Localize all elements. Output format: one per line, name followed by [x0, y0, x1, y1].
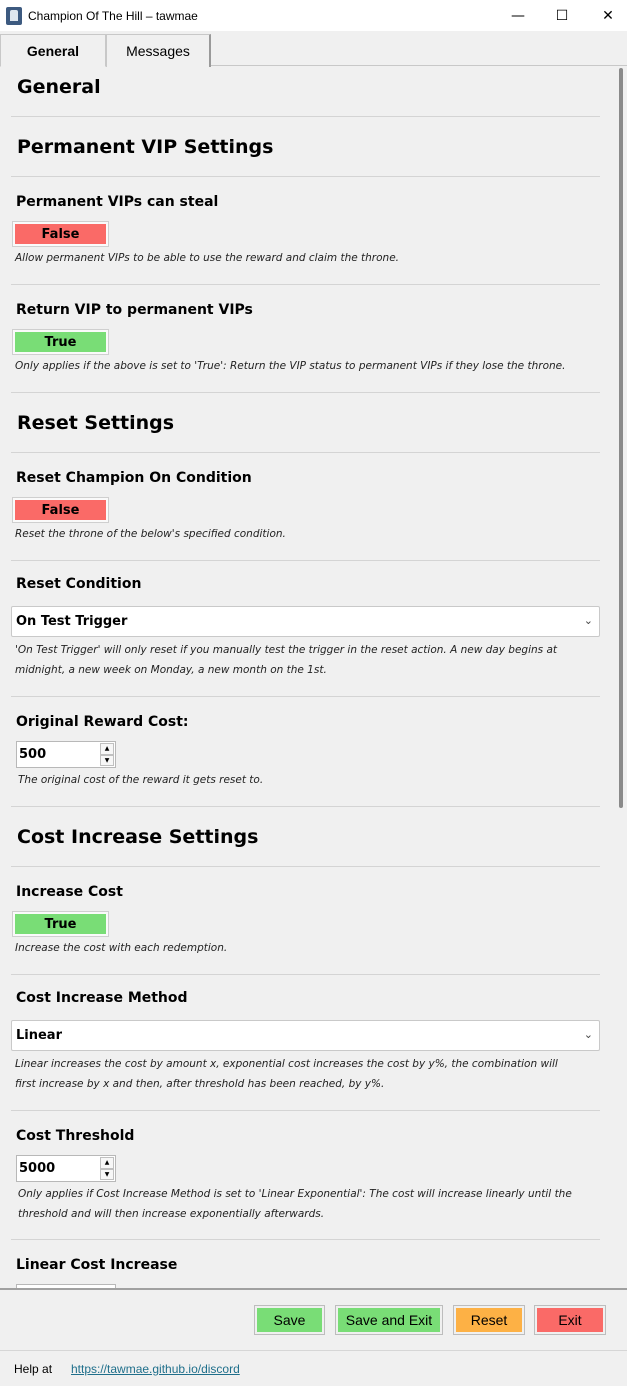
save-and-exit-button[interactable]: Save and Exit — [335, 1305, 443, 1335]
can-steal-description: Allow permanent VIPs to be able to use t… — [15, 252, 399, 264]
reset-condition-label: Reset Condition — [16, 576, 142, 592]
original-cost-description: The original cost of the reward it gets … — [18, 774, 264, 786]
reset-button[interactable]: Reset — [453, 1305, 525, 1335]
reset-settings-heading: Reset Settings — [17, 412, 175, 434]
cost-threshold-description-line1: Only applies if Cost Increase Method is … — [18, 1188, 572, 1200]
save-and-exit-label: Save and Exit — [338, 1308, 440, 1332]
tab-general[interactable]: General — [0, 34, 106, 67]
spin-down-icon[interactable]: ▼ — [100, 1168, 114, 1180]
exit-button-label: Exit — [537, 1308, 603, 1332]
divider — [11, 176, 600, 177]
cost-threshold-spinbox[interactable]: 5000 ▲ ▼ — [16, 1155, 116, 1182]
app-icon — [6, 6, 22, 25]
divider — [11, 866, 600, 867]
close-button[interactable]: ✕ — [585, 0, 627, 31]
reset-on-condition-toggle[interactable]: False — [12, 497, 109, 523]
divider — [11, 116, 600, 117]
chevron-down-icon: ⌄ — [583, 614, 593, 627]
exit-button[interactable]: Exit — [534, 1305, 606, 1335]
original-cost-spinbox[interactable]: 500 ▲ ▼ — [16, 741, 116, 768]
return-vip-label: Return VIP to permanent VIPs — [16, 302, 253, 318]
footer-divider — [0, 1350, 627, 1351]
divider — [11, 452, 600, 453]
reset-condition-select[interactable]: On Test Trigger ⌄ — [11, 606, 600, 637]
chevron-down-icon: ⌄ — [583, 1028, 593, 1041]
divider — [11, 284, 600, 285]
original-cost-value: 500 — [19, 747, 47, 762]
help-link[interactable]: https://tawmae.github.io/discord — [71, 1362, 240, 1376]
vertical-scrollbar[interactable] — [619, 68, 623, 808]
spin-arrows: ▲ ▼ — [100, 1157, 114, 1180]
spin-arrows: ▲ ▼ — [100, 743, 114, 766]
reset-on-condition-description: Reset the throne of the below's specifie… — [15, 528, 286, 540]
divider — [11, 696, 600, 697]
spin-up-icon[interactable]: ▲ — [100, 1157, 114, 1169]
increase-cost-toggle[interactable]: True — [12, 911, 109, 937]
spin-up-icon[interactable]: ▲ — [100, 743, 114, 755]
cost-method-label: Cost Increase Method — [16, 990, 188, 1006]
reset-condition-description-line2: midnight, a new week on Monday, a new mo… — [15, 664, 327, 676]
cost-increase-heading: Cost Increase Settings — [17, 826, 259, 848]
cost-method-value: Linear — [16, 1028, 62, 1043]
return-vip-description: Only applies if the above is set to 'Tru… — [15, 360, 566, 372]
minimize-button[interactable]: — — [495, 0, 541, 31]
window-title: Champion Of The Hill – tawmae — [28, 8, 198, 23]
can-steal-label: Permanent VIPs can steal — [16, 194, 219, 210]
settings-scroll-area[interactable]: General Permanent VIP Settings Permanent… — [0, 66, 627, 1288]
increase-cost-description: Increase the cost with each redemption. — [15, 942, 228, 954]
cost-threshold-value: 5000 — [19, 1161, 56, 1176]
divider — [11, 1239, 600, 1240]
divider — [11, 1110, 600, 1111]
spin-down-icon[interactable]: ▼ — [100, 754, 114, 766]
increase-cost-value: True — [15, 914, 106, 934]
help-label: Help at — [14, 1362, 53, 1376]
permanent-vip-heading: Permanent VIP Settings — [17, 136, 274, 158]
tab-bar: General Messages — [0, 31, 627, 67]
title-bar: Champion Of The Hill – tawmae — ☐ ✕ — [0, 0, 627, 31]
cost-method-description-line2: first increase by x and then, after thre… — [15, 1078, 385, 1090]
cost-threshold-description-line2: threshold and will then increase exponen… — [18, 1208, 325, 1220]
maximize-button[interactable]: ☐ — [539, 0, 585, 31]
reset-condition-value: On Test Trigger — [16, 614, 128, 629]
save-button[interactable]: Save — [254, 1305, 325, 1335]
divider — [11, 974, 600, 975]
cost-method-select[interactable]: Linear ⌄ — [11, 1020, 600, 1051]
increase-cost-label: Increase Cost — [16, 884, 123, 900]
return-vip-toggle[interactable]: True — [12, 329, 109, 355]
reset-on-condition-value: False — [15, 500, 106, 520]
original-cost-label: Original Reward Cost: — [16, 714, 189, 730]
can-steal-value: False — [15, 224, 106, 244]
can-steal-toggle[interactable]: False — [12, 221, 109, 247]
divider — [11, 560, 600, 561]
return-vip-value: True — [15, 332, 106, 352]
tab-messages[interactable]: Messages — [106, 34, 211, 67]
bottom-divider — [0, 1288, 627, 1290]
divider — [11, 392, 600, 393]
save-button-label: Save — [257, 1308, 322, 1332]
linear-increase-label: Linear Cost Increase — [16, 1257, 178, 1273]
reset-condition-description-line1: 'On Test Trigger' will only reset if you… — [15, 644, 558, 656]
reset-button-label: Reset — [456, 1308, 522, 1332]
cost-threshold-label: Cost Threshold — [16, 1128, 135, 1144]
reset-on-condition-label: Reset Champion On Condition — [16, 470, 252, 486]
general-heading: General — [17, 76, 101, 98]
cost-method-description-line1: Linear increases the cost by amount x, e… — [15, 1058, 558, 1070]
divider — [11, 806, 600, 807]
